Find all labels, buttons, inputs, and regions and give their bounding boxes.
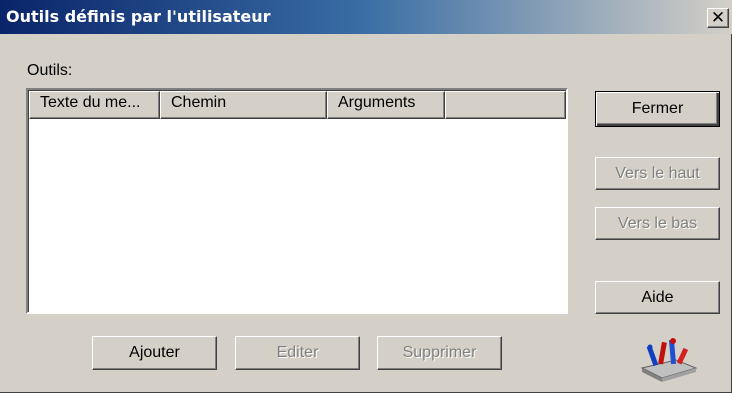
edit-button[interactable]: Editer (235, 336, 360, 370)
tools-list[interactable]: Texte du me... Chemin Arguments (26, 88, 568, 314)
delete-button[interactable]: Supprimer (377, 336, 502, 370)
tools-icon (640, 338, 698, 382)
column-header-menu-text[interactable]: Texte du me... (29, 91, 160, 119)
window-title: Outils définis par l'utilisateur (6, 7, 271, 26)
move-up-button[interactable]: Vers le haut (595, 157, 720, 190)
help-button[interactable]: Aide (595, 281, 720, 314)
close-button[interactable]: Fermer (595, 91, 720, 127)
list-header: Texte du me... Chemin Arguments (29, 91, 566, 119)
title-bar[interactable]: Outils définis par l'utilisateur ✕ (0, 0, 732, 34)
window-close-button[interactable]: ✕ (707, 8, 729, 28)
tools-list-inner: Texte du me... Chemin Arguments (28, 90, 566, 312)
column-header-filler (445, 91, 566, 119)
user-defined-tools-dialog: Outils définis par l'utilisateur ✕ Outil… (0, 0, 732, 393)
close-icon: ✕ (710, 7, 726, 28)
column-header-arguments[interactable]: Arguments (327, 91, 445, 119)
add-button[interactable]: Ajouter (92, 336, 217, 370)
tools-label: Outils: (27, 62, 73, 79)
move-down-button[interactable]: Vers le bas (595, 207, 720, 240)
column-header-path[interactable]: Chemin (160, 91, 327, 119)
